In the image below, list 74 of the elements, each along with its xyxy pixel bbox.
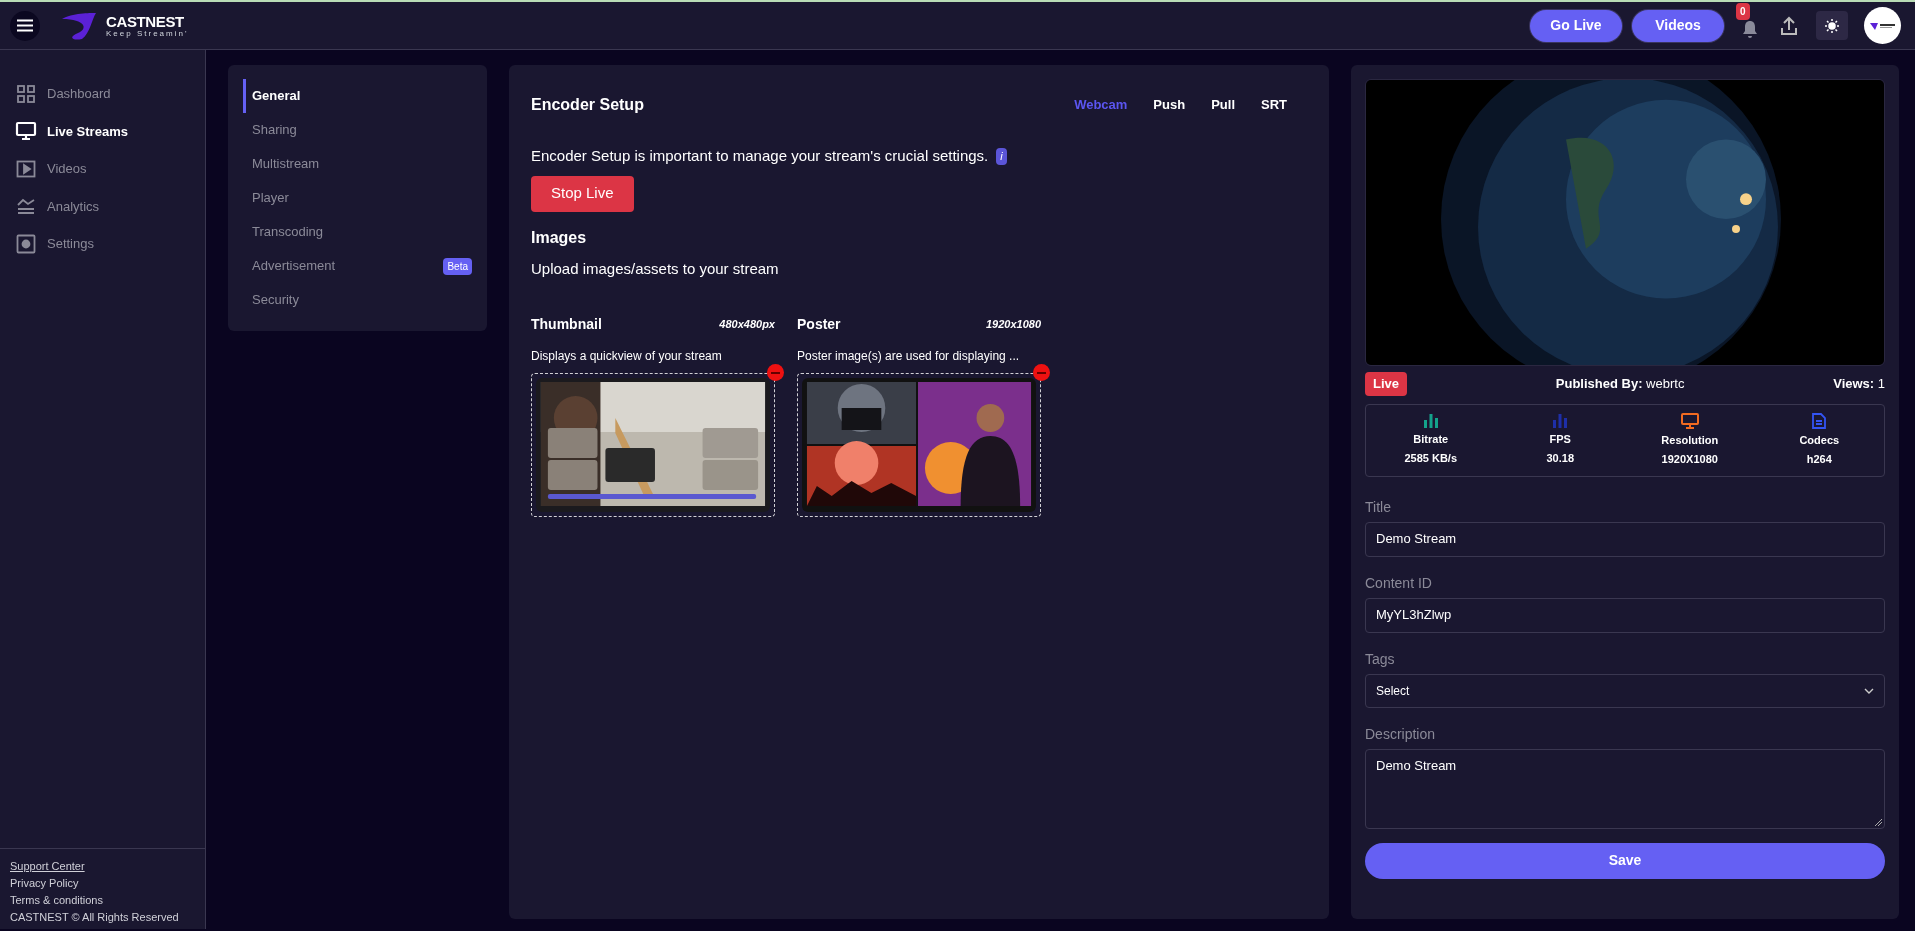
- stat-value: 30.18: [1546, 451, 1574, 466]
- description-text: Encoder Setup is important to manage your stream's crucial settings.: [531, 146, 989, 166]
- stat-label: Codecs: [1799, 432, 1840, 448]
- menu-button[interactable]: [10, 10, 40, 41]
- slot-title: Thumbnail: [531, 315, 602, 334]
- text-field[interactable]: MyYL3hZlwp: [1365, 597, 1885, 633]
- notification-badge: 0: [1736, 2, 1750, 20]
- stat-label: FPS: [1549, 431, 1571, 447]
- settings-menu-item[interactable]: Sharing: [243, 113, 472, 147]
- field-label: Tags: [1365, 649, 1396, 669]
- avatar[interactable]: [1864, 7, 1901, 44]
- sidebar-item[interactable]: Videos: [0, 150, 205, 188]
- stat-value: 2585 KB/s: [1404, 451, 1458, 466]
- tab[interactable]: SRT: [1255, 95, 1293, 115]
- section-subtitle: Upload images/assets to your stream: [531, 258, 780, 279]
- monitor-icon: [15, 121, 37, 142]
- views-text: Views: 1: [1833, 375, 1885, 393]
- description-field[interactable]: Demo Stream: [1365, 748, 1885, 829]
- remove-icon[interactable]: [767, 364, 784, 381]
- resize-handle-icon[interactable]: [1875, 818, 1882, 826]
- grid-icon: [16, 83, 36, 104]
- tab[interactable]: Pull: [1205, 95, 1241, 115]
- sidebar-item[interactable]: Settings: [0, 225, 205, 263]
- field-label: Description: [1365, 724, 1437, 744]
- slot-description: Displays a quickview of your stream: [531, 348, 723, 365]
- videos-button[interactable]: Videos: [1632, 9, 1724, 42]
- upload-icon[interactable]: [1780, 15, 1798, 36]
- tab[interactable]: Push: [1147, 95, 1192, 115]
- chevron-down-icon: [1864, 687, 1874, 694]
- sidebar-item[interactable]: Live Streams: [0, 112, 205, 150]
- slot-description: Poster image(s) are used for displaying ...: [797, 348, 1021, 365]
- logo-icon: [1869, 20, 1896, 31]
- settings-menu-item[interactable]: Security: [243, 283, 472, 317]
- brand-tagline: Keep Streamin': [106, 29, 189, 38]
- settings-menu-item[interactable]: General: [243, 79, 472, 113]
- stat-value: 1920X1080: [1661, 452, 1718, 467]
- sidebar-item[interactable]: Dashboard: [0, 75, 205, 113]
- size-label: 480x480px: [719, 317, 775, 333]
- settings-menu-item[interactable]: Advertisement Beta: [243, 249, 472, 283]
- section-title: Images: [531, 227, 588, 248]
- go-live-button[interactable]: Go Live: [1530, 9, 1622, 42]
- stop-live-button[interactable]: Stop Live: [531, 175, 634, 212]
- live-badge: Live: [1365, 372, 1407, 396]
- beta-badge: Beta: [443, 257, 472, 275]
- settings-menu-item[interactable]: Transcoding: [243, 215, 472, 249]
- menu-icon: [17, 19, 33, 32]
- section-title: Encoder Setup: [531, 95, 644, 115]
- bell-icon[interactable]: [1742, 18, 1758, 39]
- info-badge[interactable]: i: [996, 148, 1007, 165]
- remove-icon[interactable]: [1033, 364, 1050, 381]
- size-label: 1920x1080: [985, 317, 1041, 333]
- sidebar-item[interactable]: Analytics: [0, 187, 205, 225]
- footer-text: Terms & conditions: [10, 894, 103, 906]
- theme-toggle-button[interactable]: [1816, 11, 1848, 40]
- stat-value: h264: [1806, 452, 1832, 467]
- settings-menu-item[interactable]: Player: [243, 181, 472, 215]
- publisher-text: Published By: webrtc: [1555, 375, 1685, 393]
- play-icon: [16, 159, 36, 178]
- settings-menu-item[interactable]: Multistream: [243, 147, 472, 181]
- stat-label: Bitrate: [1413, 431, 1449, 447]
- footer-link[interactable]: Support Center: [10, 860, 85, 872]
- chart-icon: [16, 197, 36, 216]
- field-label: Title: [1365, 497, 1392, 517]
- footer-text: Privacy Policy: [10, 877, 79, 889]
- sun-icon: [1825, 18, 1839, 33]
- footer-text: CASTNEST © All Rights Reserved: [10, 911, 179, 923]
- field-label: Content ID: [1365, 573, 1433, 593]
- stat-label: Resolution: [1661, 432, 1719, 448]
- tags-dropdown[interactable]: Select: [1365, 673, 1885, 708]
- slot-title: Poster: [797, 315, 841, 334]
- tab[interactable]: Webcam: [1068, 95, 1134, 115]
- save-button[interactable]: Save: [1365, 842, 1885, 879]
- brand-name: CASTNEST: [106, 13, 185, 29]
- text-field[interactable]: Demo Stream: [1365, 521, 1885, 557]
